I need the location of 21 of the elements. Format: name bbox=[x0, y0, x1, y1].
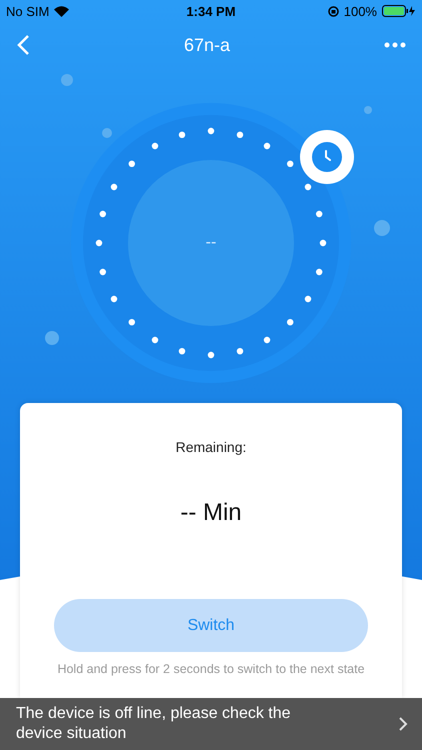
rotation-lock-icon bbox=[328, 6, 339, 16]
bubble bbox=[374, 220, 390, 236]
bubble bbox=[45, 331, 59, 345]
chevron-right-icon bbox=[398, 716, 408, 732]
bubble bbox=[102, 128, 112, 138]
wifi-icon bbox=[54, 6, 70, 16]
battery-icon bbox=[382, 5, 416, 17]
carrier-label: No SIM bbox=[6, 4, 50, 18]
remaining-value: -- Min bbox=[180, 499, 242, 527]
remaining-label: Remaining: bbox=[176, 439, 246, 455]
device-title: 67n-a bbox=[184, 34, 230, 56]
more-button[interactable] bbox=[382, 40, 408, 50]
clock-icon bbox=[311, 141, 343, 173]
bubble bbox=[364, 106, 372, 114]
offline-banner[interactable]: The device is off line, please check the device situation bbox=[0, 698, 422, 750]
offline-message: The device is off line, please check the device situation bbox=[16, 704, 292, 744]
bubble bbox=[61, 74, 73, 86]
dial-reading: -- bbox=[206, 234, 216, 252]
switch-hint: Hold and press for 2 seconds to switch to the next state bbox=[57, 662, 365, 676]
battery-percent: 100% bbox=[344, 4, 377, 18]
time-label: 1:34 PM bbox=[186, 4, 236, 18]
